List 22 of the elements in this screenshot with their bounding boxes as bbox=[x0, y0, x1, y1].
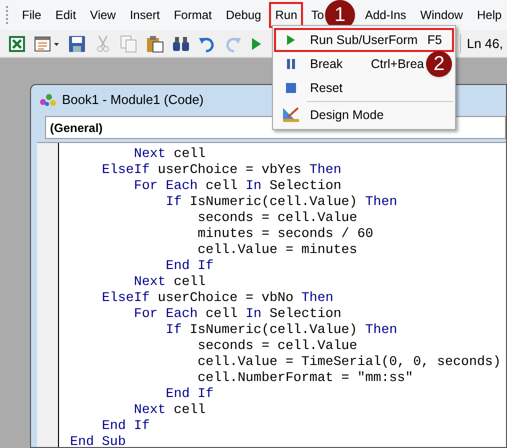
code-line: seconds = cell.Value bbox=[196, 338, 358, 354]
code-line: End If bbox=[164, 386, 214, 402]
code-line: End If bbox=[100, 418, 150, 434]
code-line: cell.Value = TimeSerial(0, 0, seconds) bbox=[196, 354, 501, 370]
code-line: For Each cell In Selection bbox=[132, 306, 342, 322]
callout-badge: 2 bbox=[426, 51, 452, 77]
cursor-position: Ln 46, bbox=[460, 34, 507, 54]
code-line: If IsNumeric(cell.Value) Then bbox=[164, 194, 398, 210]
code-line: seconds = cell.Value bbox=[196, 210, 358, 226]
window-title: Book1 - Module1 (Code) bbox=[62, 91, 204, 110]
code-line: End If bbox=[164, 258, 214, 274]
code-line: minutes = seconds / 60 bbox=[196, 226, 374, 242]
code-line: cell.NumberFormat = "mm:ss" bbox=[196, 370, 414, 386]
code-line: ElseIf userChoice = vbNo Then bbox=[100, 290, 334, 306]
code-line: End Sub bbox=[70, 434, 126, 448]
code-line: Next cell bbox=[132, 402, 206, 418]
code-line: For Each cell In Selection bbox=[132, 178, 342, 194]
code-line: ElseIf userChoice = vbYes Then bbox=[100, 162, 342, 178]
code-line: Next cell bbox=[132, 274, 206, 290]
code-line: cell.Value = minutes bbox=[196, 242, 358, 258]
code-line: If IsNumeric(cell.Value) Then bbox=[164, 322, 398, 338]
code-line: Next cell bbox=[132, 146, 206, 162]
